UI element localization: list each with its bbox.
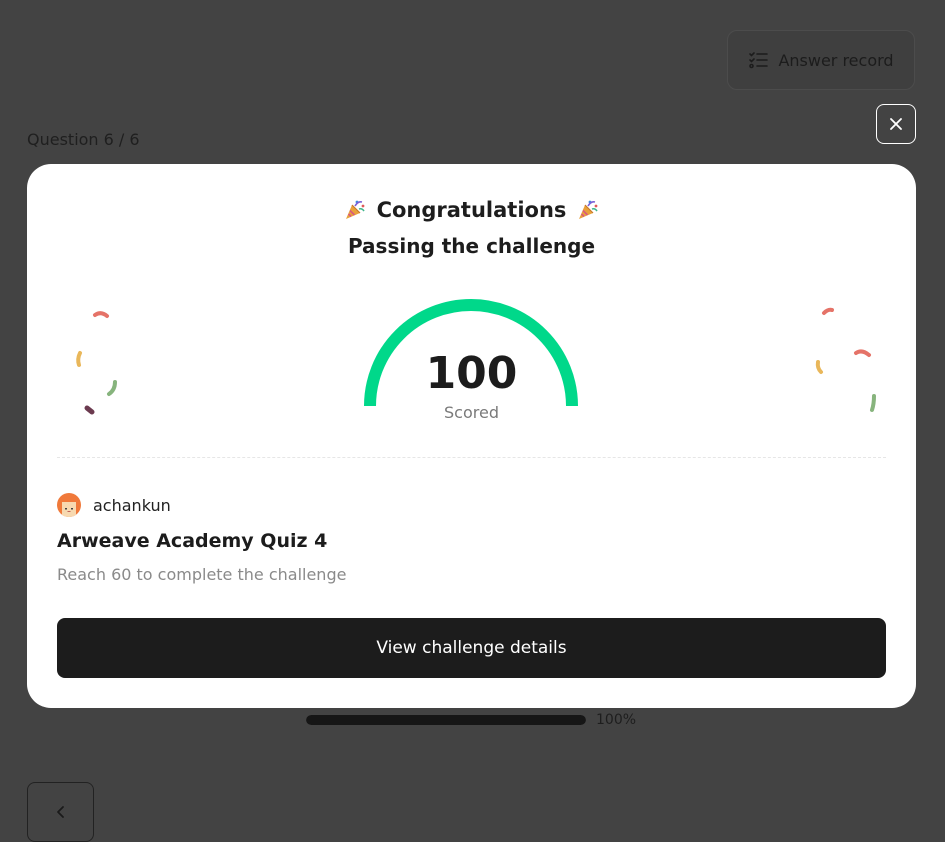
divider — [57, 457, 886, 458]
score-value: 100 — [425, 348, 518, 399]
progress-track — [306, 715, 586, 725]
list-icon — [749, 52, 769, 69]
modal-title-text: Congratulations — [376, 198, 567, 222]
congratulations-modal: Congratulations Passing the challenge 10… — [27, 164, 916, 708]
back-button[interactable] — [27, 782, 94, 842]
modal-subtitle: Passing the challenge — [347, 234, 596, 258]
party-popper-icon — [345, 200, 365, 219]
quiz-progress: 100% — [306, 712, 636, 728]
quiz-author: achankun — [57, 493, 171, 517]
quiz-requirement: Reach 60 to complete the challenge — [57, 565, 347, 584]
avatar — [57, 493, 81, 517]
view-challenge-details-button[interactable]: View challenge details — [57, 618, 886, 678]
close-icon — [890, 118, 902, 130]
score-label: Scored — [444, 403, 499, 422]
chevron-left-icon — [56, 806, 64, 818]
question-counter: Question 6 / 6 — [27, 130, 140, 149]
modal-title: Congratulations — [27, 198, 916, 222]
party-popper-icon — [579, 200, 599, 219]
answer-record-button[interactable]: Answer record — [727, 30, 915, 90]
answer-record-label: Answer record — [778, 50, 894, 70]
quiz-title: Arweave Academy Quiz 4 — [57, 530, 328, 552]
close-button[interactable] — [876, 104, 916, 144]
progress-label: 100% — [596, 712, 637, 728]
progress-fill — [306, 715, 586, 725]
author-name: achankun — [93, 495, 171, 515]
